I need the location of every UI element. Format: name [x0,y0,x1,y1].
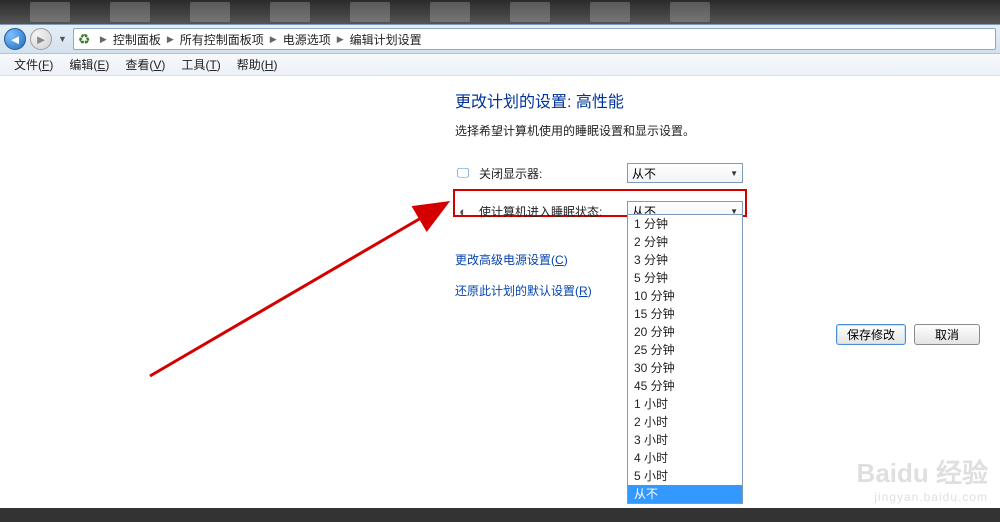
sleep-dropdown-list[interactable]: 1 分钟 2 分钟 3 分钟 5 分钟 10 分钟 15 分钟 20 分钟 25… [627,214,743,504]
display-off-dropdown[interactable]: 从不 ▼ [627,163,743,183]
dropdown-option-selected[interactable]: 从不 [628,485,742,503]
dropdown-option[interactable]: 10 分钟 [628,287,742,305]
menu-view[interactable]: 查看(V) [117,54,173,75]
dropdown-option[interactable]: 20 分钟 [628,323,742,341]
dropdown-option[interactable]: 1 分钟 [628,215,742,233]
chevron-right-icon: ▶ [96,34,111,45]
content-area: 更改计划的设置: 高性能 选择希望计算机使用的睡眠设置和显示设置。 🖵 关闭显示… [0,76,1000,508]
breadcrumb-item[interactable]: 电源选项 [283,31,331,48]
dropdown-option[interactable]: 25 分钟 [628,341,742,359]
dropdown-option[interactable]: 45 分钟 [628,377,742,395]
display-icon: 🖵 [455,165,471,181]
dropdown-option[interactable]: 3 小时 [628,431,742,449]
chevron-right-icon: ▶ [163,34,178,45]
display-off-label: 关闭显示器: [479,165,619,182]
breadcrumb-item[interactable]: 编辑计划设置 [350,31,422,48]
breadcrumb-item[interactable]: 控制面板 [113,31,161,48]
page-description: 选择希望计算机使用的睡眠设置和显示设置。 [455,122,975,139]
arrow-right-icon: ► [35,32,48,47]
dropdown-option[interactable]: 2 分钟 [628,233,742,251]
button-bar: 保存修改 取消 [836,324,980,345]
annotation-arrow-icon [140,186,460,386]
dropdown-option[interactable]: 4 小时 [628,449,742,467]
save-button[interactable]: 保存修改 [836,324,906,345]
control-panel-icon: ♻ [78,31,94,47]
sleep-icon: ◐ [455,203,471,219]
menu-file[interactable]: 文件(F) [6,54,61,75]
nav-back-button[interactable]: ◄ [4,28,26,50]
nav-history-dropdown[interactable]: ▼ [56,34,69,44]
chevron-down-icon: ▼ [730,169,738,178]
menu-tools[interactable]: 工具(T) [173,54,228,75]
menu-edit[interactable]: 编辑(E) [61,54,117,75]
footer-bar [0,508,1000,522]
breadcrumb-item[interactable]: 所有控制面板项 [180,31,264,48]
sleep-label: 使计算机进入睡眠状态: [479,203,619,220]
display-off-value: 从不 [632,165,656,182]
chevron-right-icon: ▶ [266,34,281,45]
breadcrumb[interactable]: ♻ ▶ 控制面板 ▶ 所有控制面板项 ▶ 电源选项 ▶ 编辑计划设置 [73,28,996,50]
cancel-button[interactable]: 取消 [914,324,980,345]
arrow-left-icon: ◄ [9,32,22,47]
nav-forward-button: ► [30,28,52,50]
dropdown-option[interactable]: 1 小时 [628,395,742,413]
window-titlebar [0,0,1000,24]
dropdown-option[interactable]: 5 分钟 [628,269,742,287]
setting-row-display: 🖵 关闭显示器: 从不 ▼ [455,163,975,183]
dropdown-option[interactable]: 30 分钟 [628,359,742,377]
dropdown-option[interactable]: 2 小时 [628,413,742,431]
chevron-right-icon: ▶ [333,34,348,45]
page-title: 更改计划的设置: 高性能 [455,88,975,112]
dropdown-option[interactable]: 5 小时 [628,467,742,485]
address-bar: ◄ ► ▼ ♻ ▶ 控制面板 ▶ 所有控制面板项 ▶ 电源选项 ▶ 编辑计划设置 [0,24,1000,54]
dropdown-option[interactable]: 3 分钟 [628,251,742,269]
dropdown-option[interactable]: 15 分钟 [628,305,742,323]
menu-bar: 文件(F) 编辑(E) 查看(V) 工具(T) 帮助(H) [0,54,1000,76]
menu-help[interactable]: 帮助(H) [229,54,286,75]
